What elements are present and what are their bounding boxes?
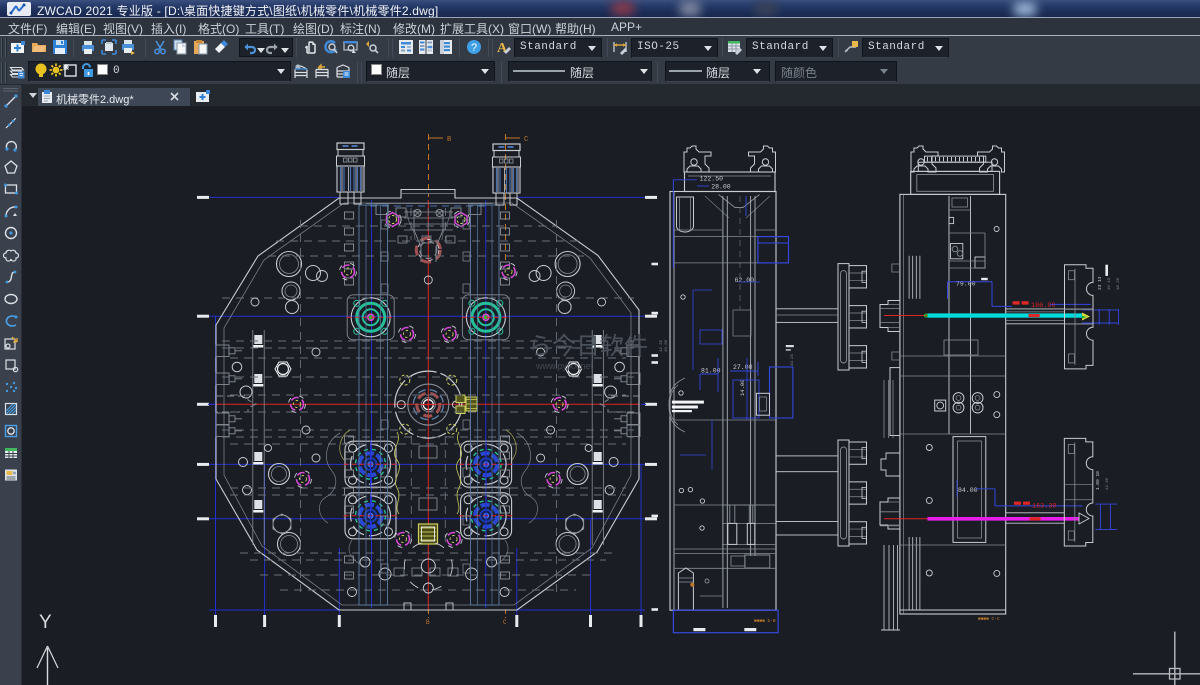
svg-text:163.30: 163.30 — [1032, 503, 1056, 511]
svg-text:84.00: 84.00 — [958, 487, 978, 494]
svg-text:28.00: 28.00 — [711, 184, 731, 191]
svg-text:62.00: 62.00 — [735, 277, 755, 284]
svg-text:27.00: 27.00 — [733, 364, 753, 371]
svg-text:1.00 10: 1.00 10 — [1095, 471, 1101, 490]
svg-text:14.00: 14.00 — [739, 379, 746, 396]
svg-text:www.pyjxx.net: www.pyjxx.net — [535, 361, 594, 371]
svg-text:?: ? — [471, 42, 477, 54]
svg-text:ら今日软件: ら今日软件 — [528, 333, 648, 360]
svg-text:C: C — [524, 136, 528, 144]
svg-text:12.25: 12.25 — [660, 339, 664, 352]
svg-text:10.00: 10.00 — [665, 339, 669, 352]
svg-text:18 20: 18 20 — [1117, 277, 1121, 290]
svg-text:■■■■ C-C: ■■■■ C-C — [978, 616, 1000, 622]
svg-text:B: B — [426, 619, 430, 626]
svg-text:19.25: 19.25 — [791, 353, 795, 366]
svg-text:122.50: 122.50 — [700, 176, 724, 183]
svg-text:Y: Y — [39, 612, 52, 633]
svg-text:C: C — [503, 619, 507, 626]
svg-text:■■■■ b-B: ■■■■ b-B — [754, 618, 776, 624]
svg-text:12 30: 12 30 — [1106, 477, 1110, 490]
svg-text:23 13: 23 13 — [1097, 276, 1103, 290]
svg-text:B: B — [447, 136, 451, 144]
svg-text:10 13: 10 13 — [1108, 277, 1112, 290]
